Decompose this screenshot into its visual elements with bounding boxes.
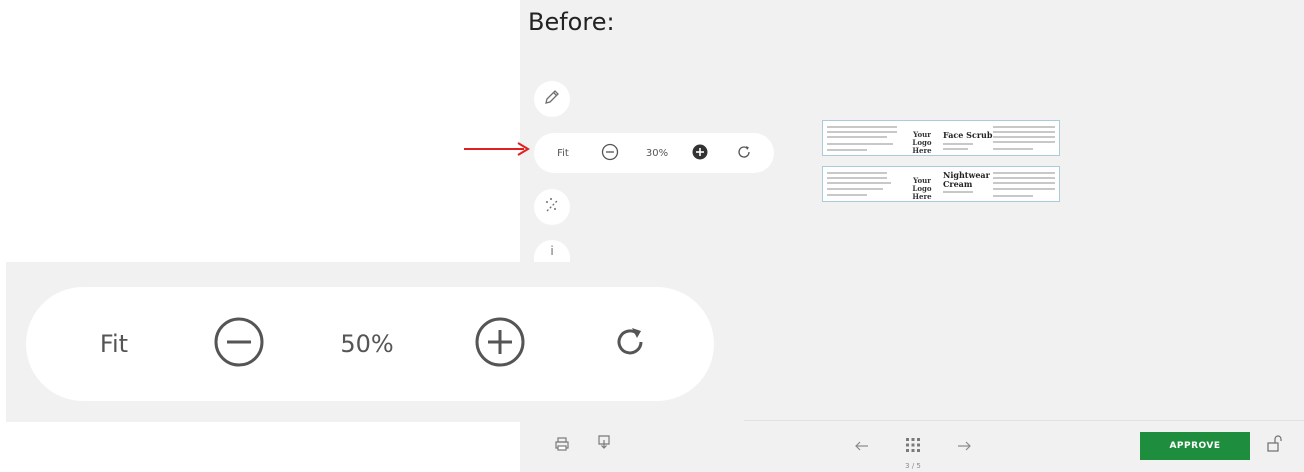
previous-page-button[interactable] — [852, 438, 872, 454]
zoom-out-button[interactable] — [596, 133, 624, 173]
plus-circle-icon — [691, 143, 709, 164]
pencil-icon — [543, 88, 561, 110]
zoom-level-text: 50% — [340, 330, 394, 358]
label-logo: Your Logo Here — [912, 130, 932, 155]
zoom-toolbar-small: Fit 30% — [534, 133, 774, 173]
arrow-right-icon — [957, 437, 971, 456]
fit-label: Fit — [99, 330, 129, 358]
refresh-icon — [736, 144, 752, 163]
next-page-button[interactable] — [954, 438, 974, 454]
zoom-toolbar-large: Fit 50% — [26, 287, 714, 401]
reset-button[interactable] — [610, 287, 650, 401]
lock-icon — [1266, 435, 1282, 457]
grid-icon — [905, 437, 921, 457]
lock-button[interactable] — [1264, 435, 1284, 457]
arrow-left-icon — [855, 437, 869, 456]
minus-circle-icon — [213, 316, 265, 372]
red-arrow — [462, 139, 532, 159]
label-card: Your Logo Here Nightwear Cream — [822, 166, 1060, 202]
fit-label: Fit — [557, 147, 569, 159]
fit-button[interactable]: Fit — [548, 133, 578, 173]
reset-button[interactable] — [732, 133, 756, 173]
before-label: Before: — [528, 8, 615, 36]
fit-button[interactable]: Fit — [84, 287, 144, 401]
plus-circle-icon — [474, 316, 526, 372]
page-grid-button[interactable] — [903, 437, 923, 457]
document-preview: Your Logo Here Face Scrub Your Logo Here… — [822, 120, 1062, 204]
label-card: Your Logo Here Face Scrub — [822, 120, 1060, 156]
download-icon — [596, 434, 612, 454]
magic-button[interactable] — [534, 189, 570, 225]
zoom-level: 30% — [640, 133, 674, 173]
print-icon — [554, 436, 570, 456]
label-product: Nightwear Cream — [943, 170, 990, 189]
magic-wand-icon — [543, 196, 561, 218]
label-product: Face Scrub — [943, 130, 993, 140]
zoom-level: 50% — [332, 287, 402, 401]
zoom-in-button[interactable] — [686, 133, 714, 173]
label-logo: Your Logo Here — [912, 176, 932, 201]
download-button[interactable] — [594, 434, 614, 454]
info-icon: i — [550, 244, 554, 258]
page-count: 3 / 5 — [905, 462, 921, 470]
approve-button[interactable]: APPROVE — [1140, 432, 1250, 460]
zoom-level-text: 30% — [645, 147, 669, 159]
refresh-icon — [613, 325, 647, 363]
zoom-out-button[interactable] — [212, 287, 266, 401]
minus-circle-icon — [601, 143, 619, 164]
edit-tool-button[interactable] — [534, 81, 570, 117]
print-button[interactable] — [552, 436, 572, 456]
zoom-in-button[interactable] — [472, 287, 528, 401]
